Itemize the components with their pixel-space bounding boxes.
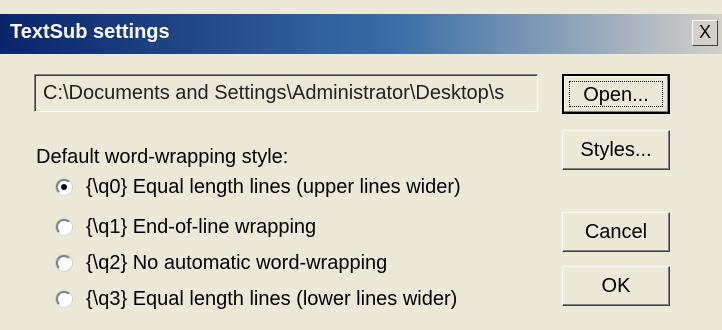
wrap-option-q1[interactable]: {\q1} End-of-line wrapping <box>56 212 316 242</box>
wrap-option-q2[interactable]: {\q2} No automatic word-wrapping <box>56 248 387 278</box>
wrap-option-label: {\q2} No automatic word-wrapping <box>86 251 388 274</box>
close-icon: X <box>698 22 711 42</box>
radio-unchecked-icon[interactable] <box>56 291 72 307</box>
close-button[interactable]: X <box>692 20 718 46</box>
wrap-option-label: {\q1} End-of-line wrapping <box>86 215 317 238</box>
radio-unchecked-icon[interactable] <box>56 255 72 271</box>
radio-unchecked-icon[interactable] <box>56 219 72 235</box>
radio-checked-icon[interactable] <box>56 179 72 195</box>
textsub-settings-dialog: TextSub settings X C:\Documents and Sett… <box>0 0 722 330</box>
wrap-option-label: {\q0} Equal length lines (upper lines wi… <box>86 175 461 198</box>
wrap-option-q3[interactable]: {\q3} Equal length lines (lower lines wi… <box>56 284 457 314</box>
open-button[interactable]: Open... <box>562 74 670 114</box>
wrap-option-q0[interactable]: {\q0} Equal length lines (upper lines wi… <box>56 172 461 202</box>
word-wrapping-label: Default word-wrapping style: <box>36 146 289 168</box>
wrap-option-label: {\q3} Equal length lines (lower lines wi… <box>86 287 458 310</box>
cancel-button[interactable]: Cancel <box>562 212 670 252</box>
open-button-label: Open... <box>569 81 663 107</box>
styles-button[interactable]: Styles... <box>562 130 670 170</box>
title-bar[interactable]: TextSub settings X <box>0 14 722 54</box>
window-title: TextSub settings <box>10 21 170 43</box>
file-path-field[interactable]: C:\Documents and Settings\Administrator\… <box>34 74 538 112</box>
ok-button[interactable]: OK <box>562 266 670 306</box>
